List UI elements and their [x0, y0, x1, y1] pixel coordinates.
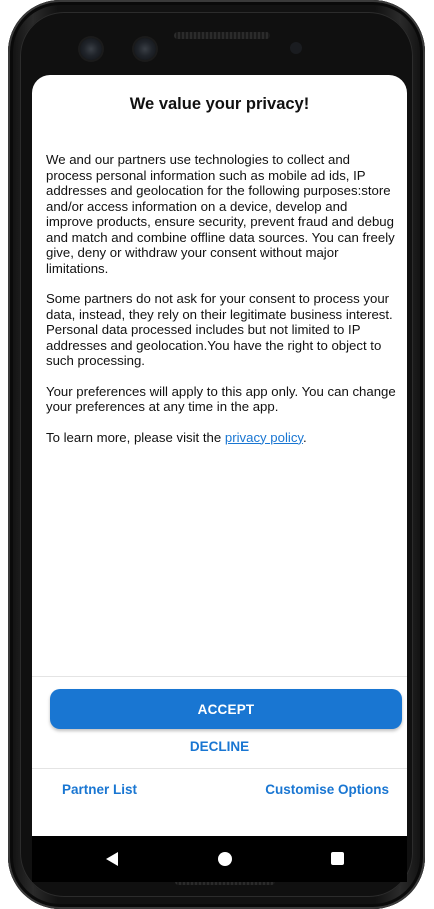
consent-dialog: We value your privacy! We and our partne… — [32, 75, 407, 836]
accept-button[interactable]: ACCEPT — [50, 689, 402, 729]
front-camera-left — [80, 38, 102, 60]
consent-paragraph-3: Your preferences will apply to this app … — [46, 383, 396, 415]
home-circle-icon[interactable] — [218, 852, 232, 866]
android-navigation-bar — [32, 836, 407, 882]
decline-button[interactable]: DECLINE — [32, 739, 407, 754]
partner-list-link[interactable]: Partner List — [62, 782, 137, 797]
recent-apps-square-icon[interactable] — [331, 852, 344, 865]
privacy-policy-link[interactable]: privacy policy — [225, 430, 303, 445]
earpiece-speaker — [174, 32, 270, 39]
consent-paragraph-1: We and our partners use technologies to … — [46, 152, 395, 276]
consent-paragraph-4: To learn more, please visit the privacy … — [46, 430, 396, 446]
privacy-prefix-text: To learn more, please visit the — [46, 429, 225, 445]
back-triangle-icon[interactable] — [106, 852, 118, 866]
privacy-suffix-text: . — [303, 429, 307, 445]
dialog-body: We and our partners use technologies to … — [46, 152, 396, 460]
front-camera-right — [134, 38, 156, 60]
dialog-title: We value your privacy! — [129, 95, 310, 113]
consent-paragraph-2: Some partners do not ask for your consen… — [46, 291, 393, 368]
proximity-sensor — [290, 42, 302, 54]
customise-options-link[interactable]: Customise Options — [265, 782, 389, 797]
dialog-footer: ACCEPT DECLINE Partner List Customise Op… — [32, 676, 407, 810]
footer-links-row: Partner List Customise Options — [32, 768, 407, 811]
